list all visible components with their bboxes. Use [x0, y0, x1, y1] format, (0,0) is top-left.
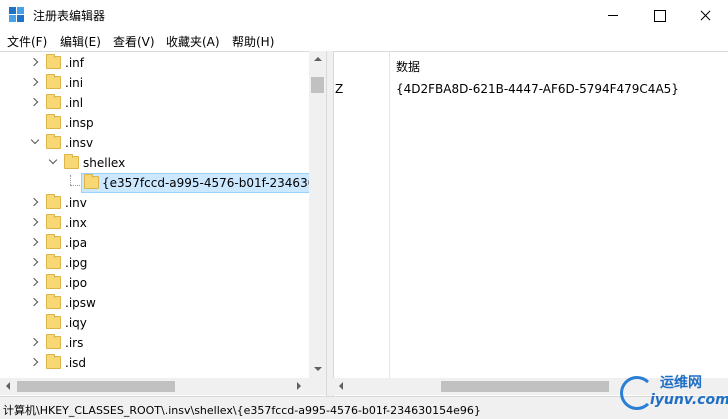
tree-item[interactable]: .ipg	[0, 253, 310, 273]
folder-icon	[46, 294, 61, 309]
menu-bar: 文件(F) 编辑(E) 查看(V) 收藏夹(A) 帮助(H)	[0, 30, 728, 50]
chevron-right-icon[interactable]	[30, 97, 40, 107]
watermark-text-bottom: iyunv.com	[650, 392, 728, 408]
folder-icon	[46, 334, 61, 349]
tree-item-label: .isd	[65, 356, 87, 370]
tree-item-label: .ipsw	[65, 296, 96, 310]
menu-help[interactable]: 帮助(H)	[232, 33, 274, 50]
tree-item-label: .inf	[65, 56, 84, 70]
scrollbar-corner	[309, 378, 326, 395]
tree-item[interactable]: .iqy	[0, 313, 310, 333]
chevron-down-icon[interactable]	[48, 157, 58, 167]
tree-item[interactable]: .irs	[0, 333, 310, 353]
menu-favorites[interactable]: 收藏夹(A)	[166, 33, 220, 50]
title-bar[interactable]: 注册表编辑器	[0, 0, 728, 30]
scroll-thumb[interactable]	[17, 381, 175, 392]
tree-item-label: .ini	[65, 76, 84, 90]
tree-item[interactable]: shellex	[0, 153, 310, 173]
folder-icon	[46, 134, 61, 149]
registry-editor-icon	[9, 7, 25, 23]
folder-icon	[46, 274, 61, 289]
tree-item[interactable]: .ipsw	[0, 293, 310, 313]
tree-item-label: .ipg	[65, 256, 88, 270]
folder-icon	[46, 74, 61, 89]
tree-item-label: .inx	[65, 216, 87, 230]
close-button[interactable]	[682, 0, 728, 30]
chevron-right-icon[interactable]	[30, 357, 40, 367]
folder-icon	[46, 354, 61, 369]
menu-file[interactable]: 文件(F)	[7, 33, 47, 50]
chevron-right-icon[interactable]	[30, 257, 40, 267]
scroll-thumb[interactable]	[311, 77, 324, 93]
tree-item[interactable]: .inv	[0, 193, 310, 213]
folder-icon	[46, 194, 61, 209]
tree-item-selected[interactable]: {e357fccd-a995-4576-b01f-2346301	[0, 173, 323, 193]
folder-icon	[46, 234, 61, 249]
folder-icon	[64, 154, 79, 169]
watermark-text-top: 运维网	[660, 375, 702, 391]
tree-item-label: {e357fccd-a995-4576-b01f-2346301	[102, 176, 323, 190]
maximize-button[interactable]	[636, 0, 682, 30]
tree-item-label: .insp	[65, 116, 94, 130]
tree-item[interactable]: .inf	[0, 53, 310, 73]
column-header-data[interactable]: 数据	[396, 58, 420, 75]
chevron-right-icon[interactable]	[30, 237, 40, 247]
tree-item-label: .iqy	[65, 316, 87, 330]
key-tree[interactable]: .inf .ini .inl .insp .insv shellex {e357…	[0, 51, 327, 396]
tree-item-label: .irs	[65, 336, 84, 350]
tree-item-label: .ipa	[65, 236, 88, 250]
tree-item[interactable]: .inx	[0, 213, 310, 233]
chevron-right-icon[interactable]	[30, 77, 40, 87]
menu-edit[interactable]: 编辑(E)	[60, 33, 101, 50]
status-path: 计算机\HKEY_CLASSES_ROOT\.insv\shellex\{e35…	[3, 404, 481, 417]
chevron-right-icon[interactable]	[30, 197, 40, 207]
tree-item[interactable]: .ini	[0, 73, 310, 93]
tree-horizontal-scrollbar[interactable]	[0, 378, 309, 395]
tree-item-label: shellex	[83, 156, 126, 170]
tree-item-label: .insv	[65, 136, 94, 150]
tree-item[interactable]: .insp	[0, 113, 310, 133]
value-data[interactable]: {4D2FBA8D-621B-4447-AF6D-5794F479C4A5}	[396, 82, 679, 96]
scroll-down-icon[interactable]	[314, 367, 322, 371]
scroll-left-icon[interactable]	[339, 382, 343, 390]
tree-item[interactable]: .isd	[0, 353, 310, 373]
tree-vertical-scrollbar[interactable]	[309, 51, 326, 378]
scroll-left-icon[interactable]	[6, 382, 10, 390]
window-title: 注册表编辑器	[33, 9, 106, 23]
minimize-button[interactable]	[590, 0, 636, 30]
tree-item[interactable]: .ipa	[0, 233, 310, 253]
tree-item[interactable]: .insv	[0, 133, 310, 153]
chevron-right-icon[interactable]	[30, 277, 40, 287]
tree-item-label: .ipo	[65, 276, 88, 290]
folder-icon	[46, 214, 61, 229]
folder-icon	[46, 94, 61, 109]
scroll-up-icon[interactable]	[314, 57, 322, 61]
folder-icon	[46, 254, 61, 269]
values-list[interactable]: 数据 Z {4D2FBA8D-621B-4447-AF6D-5794F479C4…	[333, 51, 728, 396]
folder-icon	[84, 174, 99, 189]
menu-view[interactable]: 查看(V)	[113, 33, 155, 50]
chevron-right-icon[interactable]	[30, 217, 40, 227]
tree-item[interactable]: .ipo	[0, 273, 310, 293]
tree-item-label: .inv	[65, 196, 87, 210]
chevron-right-icon[interactable]	[30, 337, 40, 347]
chevron-down-icon[interactable]	[30, 137, 40, 147]
chevron-right-icon[interactable]	[30, 57, 40, 67]
folder-icon	[46, 54, 61, 69]
watermark-logo: 运维网 iyunv.com	[614, 368, 728, 416]
chevron-right-icon[interactable]	[30, 297, 40, 307]
folder-icon	[46, 114, 61, 129]
tree-item[interactable]: .inl	[0, 93, 310, 113]
watermark-ring-icon	[620, 376, 654, 410]
scroll-thumb[interactable]	[441, 381, 609, 392]
scroll-right-icon[interactable]	[297, 382, 301, 390]
folder-icon	[46, 314, 61, 329]
value-name[interactable]: Z	[335, 82, 343, 96]
tree-item-label: .inl	[65, 96, 84, 110]
column-divider[interactable]	[389, 52, 390, 382]
